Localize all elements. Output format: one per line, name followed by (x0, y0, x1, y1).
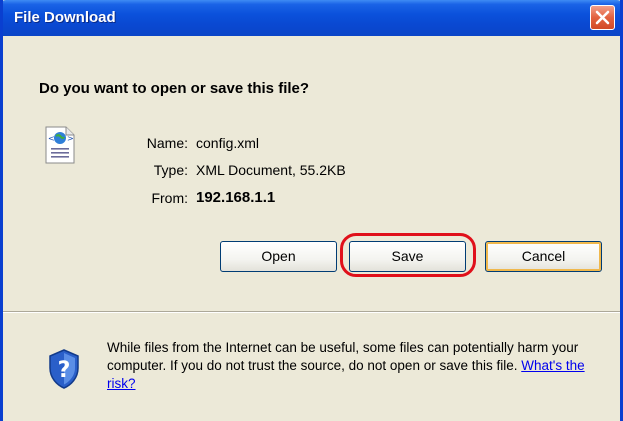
window-title: File Download (14, 9, 116, 26)
from-value: 192.168.1.1 (196, 189, 276, 206)
save-highlight-annotation (340, 233, 476, 277)
file-download-dialog: File Download Do you want to open or sav… (0, 0, 623, 421)
divider-highlight (3, 312, 620, 313)
from-label: From: (151, 190, 188, 206)
close-icon (595, 10, 610, 25)
security-shield-icon: ? (47, 348, 81, 395)
warning-text: While files from the Internet can be use… (107, 340, 579, 373)
svg-text:<: < (48, 134, 55, 143)
open-button[interactable]: Open (220, 241, 337, 272)
svg-text:?: ? (58, 358, 71, 383)
xml-document-icon: < > (43, 125, 77, 170)
name-value: config.xml (196, 135, 260, 151)
close-button[interactable] (590, 5, 615, 30)
security-warning: While files from the Internet can be use… (107, 339, 607, 393)
dialog-question: Do you want to open or save this file? (39, 80, 310, 97)
title-bar: File Download (3, 0, 620, 36)
cancel-button[interactable]: Cancel (485, 241, 602, 272)
type-label: Type: (153, 162, 188, 178)
type-value: XML Document, 55.2KB (196, 162, 346, 178)
svg-text:>: > (67, 134, 74, 143)
name-label: Name: (146, 135, 188, 151)
